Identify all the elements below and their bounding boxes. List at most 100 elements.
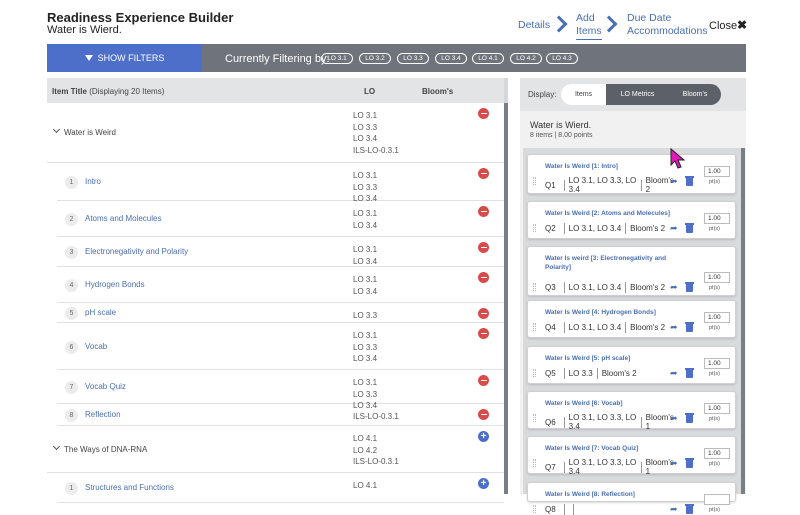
trash-icon[interactable] — [685, 458, 694, 468]
remove-icon[interactable] — [478, 272, 489, 283]
remove-icon[interactable] — [478, 242, 489, 253]
item-title-link[interactable]: Vocab — [85, 342, 107, 351]
trash-icon[interactable] — [685, 413, 694, 423]
remove-icon[interactable] — [478, 328, 489, 339]
group-title[interactable]: The Ways of DNA-RNA — [64, 445, 147, 454]
caret-down-icon[interactable] — [52, 125, 61, 134]
share-icon[interactable]: ➦ — [670, 283, 679, 292]
card-title[interactable]: Water Is Weird [6: Vocab] — [545, 399, 690, 408]
show-filters-button[interactable]: SHOW FILTERS — [47, 44, 202, 72]
step-due-date[interactable]: Due Date Accommodations — [627, 12, 708, 38]
drag-handle-icon[interactable] — [533, 459, 536, 467]
filter-chip[interactable]: LO 3.1 — [321, 53, 353, 64]
item-title-link[interactable]: Reflection — [85, 410, 121, 419]
trash-icon[interactable] — [685, 176, 694, 186]
step-details[interactable]: Details — [518, 19, 550, 32]
filter-chip[interactable]: LO 4.2 — [510, 53, 542, 64]
card-title[interactable]: Water Is Weird [5: pH scale] — [545, 354, 690, 363]
question-card[interactable]: Water Is Weird [4: Hydrogen Bonds] Q4 LO 3… — [527, 300, 736, 338]
item-title-link[interactable]: Hydrogen Bonds — [85, 280, 145, 289]
share-icon[interactable]: ➦ — [670, 414, 679, 423]
points-input[interactable] — [704, 494, 730, 505]
table-row[interactable]: 5 pH scale LO 3.3 — [57, 303, 504, 323]
trash-icon[interactable] — [685, 368, 694, 378]
scrollbar[interactable] — [504, 103, 508, 494]
card-title[interactable]: Water Is Weird [1: Intro] — [545, 162, 690, 171]
table-row[interactable]: 7 Vocab Quiz LO 3.1 LO 3.3 LO 3.4 — [57, 370, 504, 410]
share-icon[interactable]: ➦ — [670, 177, 679, 186]
item-title-link[interactable]: pH scale — [85, 308, 116, 317]
filter-chip[interactable]: LO 3.3 — [397, 53, 429, 64]
filter-chip[interactable]: LO 3.4 — [435, 53, 467, 64]
add-icon[interactable]: + — [478, 431, 489, 442]
group-row[interactable]: The Ways of DNA-RNA LO 4.1 LO 4.2 ILS-LO-0.… — [47, 426, 504, 473]
tab-lo-metrics[interactable]: LO Metrics — [606, 84, 669, 105]
remove-icon[interactable] — [478, 108, 489, 119]
points-input[interactable]: 1.00 — [704, 272, 730, 283]
trash-icon[interactable] — [685, 504, 694, 514]
question-card[interactable]: Water Is Weird [6: Vocab] Q6 LO 3.1, LO 3.… — [527, 391, 736, 431]
card-title[interactable]: Water Is Weird [2: Atoms and Molecules] — [545, 209, 690, 218]
table-row[interactable]: 2 Atoms and Molecules LO 3.1 LO 3.4 — [57, 201, 504, 237]
remove-icon[interactable] — [478, 375, 489, 386]
tab-items[interactable]: Items — [561, 84, 606, 105]
filter-chip[interactable]: LO 4.3 — [546, 53, 578, 64]
add-icon[interactable]: + — [478, 478, 489, 489]
card-title[interactable]: Water Is weird [3: Electronegativity and… — [545, 254, 690, 272]
close-button[interactable]: Close — [709, 20, 737, 32]
remove-icon[interactable] — [478, 168, 489, 179]
points-input[interactable]: 1.00 — [704, 166, 730, 177]
share-icon[interactable]: ➦ — [670, 459, 679, 468]
points-input[interactable]: 1.00 — [704, 213, 730, 224]
card-title[interactable]: Water Is Weird [8: Reflection] — [545, 490, 690, 499]
drag-handle-icon[interactable] — [533, 369, 536, 377]
group-row[interactable]: Water is Weird LO 3.1 LO 3.3 LO 3.4 ILS-LO-0… — [47, 103, 504, 163]
trash-icon[interactable] — [685, 282, 694, 292]
points-input[interactable]: 1.00 — [704, 448, 730, 459]
drag-handle-icon[interactable] — [533, 414, 536, 422]
drag-handle-icon[interactable] — [533, 505, 536, 513]
points-input[interactable]: 1.00 — [704, 358, 730, 369]
trash-icon[interactable] — [685, 223, 694, 233]
share-icon[interactable]: ➦ — [670, 505, 679, 514]
close-icon[interactable]: ✖ — [737, 18, 747, 32]
filter-chip[interactable]: LO 3.2 — [359, 53, 391, 64]
question-card[interactable]: Water Is Weird [7: Vocab Quiz] Q7 LO 3.1, … — [527, 436, 736, 476]
question-card[interactable]: Water Is weird [3: Electronegativity and… — [527, 246, 736, 296]
table-row[interactable]: 8 Reflection ILS-LO-0.3.1 — [57, 404, 504, 426]
remove-icon[interactable] — [478, 206, 489, 217]
share-icon[interactable]: ➦ — [670, 323, 679, 332]
table-row[interactable]: 1 Intro LO 3.1 LO 3.3 LO 3.4 — [57, 163, 504, 203]
caret-down-icon[interactable] — [52, 442, 61, 450]
drag-handle-icon[interactable] — [533, 224, 536, 232]
step-add-items[interactable]: Add Items — [576, 12, 602, 40]
drag-handle-icon[interactable] — [533, 177, 536, 185]
group-title[interactable]: Water is Weird — [64, 128, 116, 137]
item-title-link[interactable]: Electronegativity and Polarity — [85, 247, 188, 256]
table-row[interactable]: 6 Vocab LO 3.1 LO 3.3 LO 3.4 — [57, 323, 504, 370]
remove-icon[interactable] — [478, 409, 489, 420]
question-card[interactable]: Water Is Weird [1: Intro] Q1 LO 3.1, LO 3.… — [527, 154, 736, 194]
table-row[interactable]: 4 Hydrogen Bonds LO 3.1 LO 3.4 — [57, 267, 504, 303]
item-title-link[interactable]: Vocab Quiz — [85, 382, 126, 391]
item-title-link[interactable]: Atoms and Molecules — [85, 214, 161, 223]
question-card[interactable]: Water Is Weird [2: Atoms and Molecules] Q… — [527, 201, 736, 239]
question-card[interactable]: Water Is Weird [8: Reflection] Q8 ➦ pt(s) — [527, 482, 736, 515]
remove-icon[interactable] — [478, 308, 489, 319]
drag-handle-icon[interactable] — [533, 323, 536, 331]
card-title[interactable]: Water Is Weird [4: Hydrogen Bonds] — [545, 308, 690, 317]
item-title-link[interactable]: Structures and Functions — [85, 483, 174, 492]
cards-scrollbar[interactable] — [741, 148, 745, 494]
item-title-link[interactable]: Intro — [85, 177, 101, 186]
filter-chip[interactable]: LO 4.1 — [472, 53, 504, 64]
share-icon[interactable]: ➦ — [670, 369, 679, 378]
trash-icon[interactable] — [685, 322, 694, 332]
points-input[interactable]: 1.00 — [704, 403, 730, 414]
tab-blooms[interactable]: Bloom's — [669, 84, 721, 105]
table-row[interactable]: 1 Structures and Functions LO 4.1 + — [57, 473, 504, 503]
card-title[interactable]: Water Is Weird [7: Vocab Quiz] — [545, 444, 690, 453]
table-row[interactable]: 3 Electronegativity and Polarity LO 3.1 LO … — [57, 237, 504, 267]
question-card[interactable]: Water Is Weird [5: pH scale] Q5 LO 3.3 Bloo… — [527, 346, 736, 384]
drag-handle-icon[interactable] — [533, 283, 536, 291]
share-icon[interactable]: ➦ — [670, 224, 679, 233]
